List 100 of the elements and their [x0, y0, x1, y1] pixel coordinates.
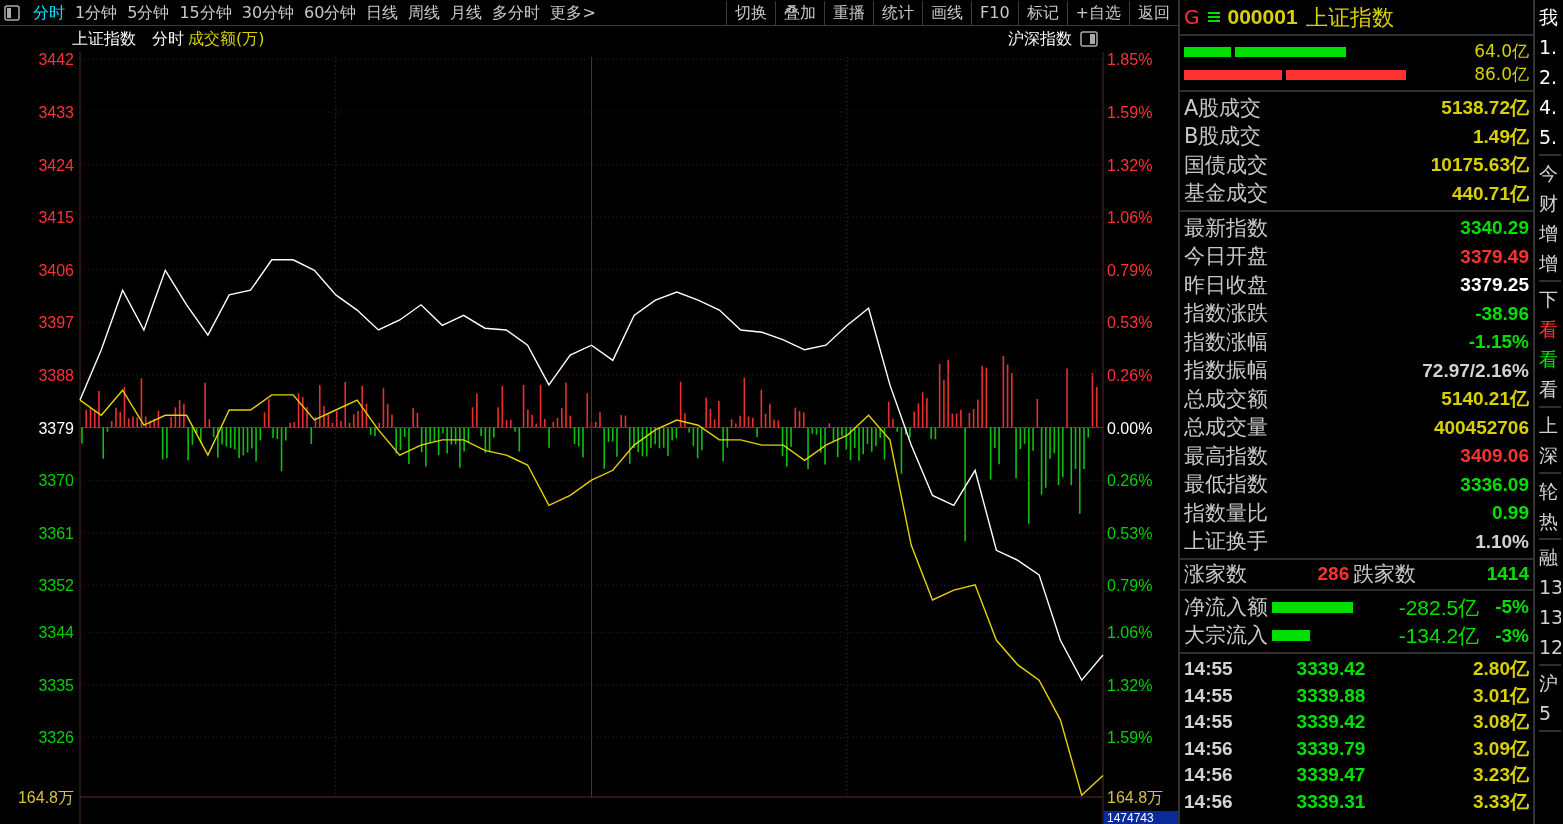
- side-item[interactable]: 增: [1539, 248, 1561, 278]
- tick-time: 14:56: [1184, 789, 1233, 814]
- axis-label: 1.59%: [1107, 103, 1153, 121]
- period-tab[interactable]: 30分钟: [236, 0, 300, 25]
- tick-time: 14:55: [1184, 657, 1233, 681]
- toolbar-button[interactable]: 重播: [824, 0, 874, 25]
- period-tab[interactable]: 15分钟: [174, 0, 237, 25]
- side-item[interactable]: 看: [1539, 314, 1561, 344]
- stat-value: 3379.25: [1460, 273, 1529, 297]
- period-tab[interactable]: 5分钟: [122, 0, 175, 25]
- indicator-label: 成交额(万): [188, 28, 265, 50]
- menu-icon[interactable]: [1207, 10, 1220, 24]
- axis-label: 3397: [38, 314, 74, 332]
- decline-count: 1414: [1486, 562, 1529, 587]
- stat-value: 3409.06: [1460, 444, 1529, 468]
- stat-label: 指数涨跌: [1184, 300, 1268, 327]
- toolbar-button[interactable]: 画线: [922, 0, 972, 25]
- side-item[interactable]: 看: [1539, 344, 1561, 374]
- stat-label: 指数涨幅: [1184, 328, 1268, 356]
- security-name: 上证指数: [1305, 3, 1394, 32]
- side-item[interactable]: 沪: [1539, 668, 1561, 698]
- axis-label: 3388: [38, 367, 74, 384]
- side-item[interactable]: 13: [1539, 602, 1561, 632]
- axis-label: 0.26%: [1107, 472, 1153, 490]
- axis-label: 3424: [38, 156, 74, 174]
- tick-amount: 3.33亿: [1473, 789, 1529, 814]
- period-tab[interactable]: 1分钟: [70, 0, 123, 25]
- stat-label: 最低指数: [1184, 471, 1268, 498]
- toolbar-button[interactable]: 叠加: [775, 0, 825, 25]
- breadth-label: 涨家数: [1184, 560, 1247, 588]
- axis-label: 0.79%: [1107, 261, 1153, 279]
- amount-label: 86.0亿: [1474, 62, 1529, 86]
- amount-label: 64.0亿: [1474, 39, 1529, 63]
- axis-label: 0.53%: [1107, 524, 1153, 542]
- side-item[interactable]: 热: [1539, 506, 1561, 536]
- stat-value: 5138.72亿: [1441, 96, 1529, 120]
- toolbar-button[interactable]: 统计: [873, 0, 923, 25]
- toolbar-button[interactable]: 切换: [726, 0, 776, 25]
- stat-value: 400452706: [1433, 415, 1529, 440]
- toggle-icon[interactable]: [1080, 31, 1098, 47]
- axis-label: 0.53%: [1107, 314, 1153, 332]
- axis-label: 3326: [38, 729, 74, 747]
- toolbar-button[interactable]: +自选: [1066, 0, 1129, 25]
- period-tab[interactable]: 日线: [361, 0, 404, 25]
- axis-label: 3406: [38, 261, 74, 279]
- panel-icon[interactable]: [4, 4, 20, 21]
- axis-label: 164.8万: [1107, 789, 1164, 806]
- period-tab[interactable]: 分时: [28, 0, 70, 25]
- chart-mode: 分时: [152, 28, 184, 50]
- side-item[interactable]: 12: [1539, 632, 1561, 662]
- side-item[interactable]: 2.: [1539, 62, 1561, 92]
- side-item[interactable]: 我: [1539, 2, 1561, 32]
- tick-price: 3339.42: [1296, 710, 1366, 734]
- badge-label: G: [1184, 4, 1200, 31]
- side-item[interactable]: 4.: [1539, 92, 1561, 122]
- toolbar-button[interactable]: 标记: [1017, 0, 1067, 25]
- flow-label: 净流入额: [1184, 593, 1268, 621]
- stat-label: 基金成交: [1184, 180, 1268, 207]
- tick-amount: 3.23亿: [1473, 763, 1529, 787]
- axis-label: 3433: [38, 103, 74, 121]
- tick-amount: 3.09亿: [1473, 736, 1529, 761]
- period-tab[interactable]: 月线: [445, 0, 488, 25]
- side-item[interactable]: 融: [1539, 542, 1561, 572]
- axis-label: 1.06%: [1107, 209, 1153, 227]
- side-item[interactable]: 5: [1539, 698, 1561, 728]
- flow-bar: [1272, 630, 1310, 642]
- axis-label: 3344: [38, 624, 74, 642]
- stat-value: -38.96: [1475, 301, 1529, 326]
- volume-total-label: 1474743: [1104, 811, 1178, 824]
- period-tab[interactable]: 多分时: [487, 0, 546, 25]
- stat-value: 3379.49: [1460, 244, 1529, 269]
- tick-time: 14:55: [1184, 710, 1233, 734]
- side-item[interactable]: 深: [1539, 440, 1561, 470]
- stat-label: 指数量比: [1184, 499, 1268, 527]
- side-item[interactable]: 1.: [1539, 32, 1561, 62]
- flow-amount: -134.2亿: [1398, 623, 1480, 649]
- period-tab[interactable]: 60分钟: [299, 0, 362, 25]
- period-tab[interactable]: 周线: [403, 0, 446, 25]
- stat-label: 总成交额: [1184, 385, 1268, 413]
- side-item[interactable]: 5.: [1539, 122, 1561, 152]
- stat-label: 最高指数: [1184, 442, 1268, 470]
- toolbar-button[interactable]: 返回: [1129, 0, 1178, 25]
- side-item[interactable]: 财: [1539, 188, 1561, 218]
- axis-label: 3442: [38, 52, 74, 69]
- stat-label: 昨日收盘: [1184, 271, 1268, 299]
- axis-label: 1.32%: [1107, 156, 1153, 174]
- tick-price: 3339.47: [1296, 763, 1366, 787]
- flow-label: 大宗流入: [1184, 622, 1268, 649]
- side-item[interactable]: 轮: [1539, 476, 1561, 506]
- stat-value: 440.71亿: [1451, 181, 1529, 206]
- side-item[interactable]: 13: [1539, 572, 1561, 602]
- side-item[interactable]: 增: [1539, 218, 1561, 248]
- toolbar-button[interactable]: F10: [971, 0, 1018, 25]
- period-tab[interactable]: 更多>: [545, 0, 601, 25]
- stat-label: 国债成交: [1184, 151, 1268, 179]
- side-item[interactable]: 上: [1539, 410, 1561, 440]
- side-item[interactable]: 今: [1539, 158, 1561, 188]
- flow-amount: -282.5亿: [1398, 594, 1480, 621]
- side-item[interactable]: 下: [1539, 284, 1561, 314]
- side-item[interactable]: 看: [1539, 374, 1561, 404]
